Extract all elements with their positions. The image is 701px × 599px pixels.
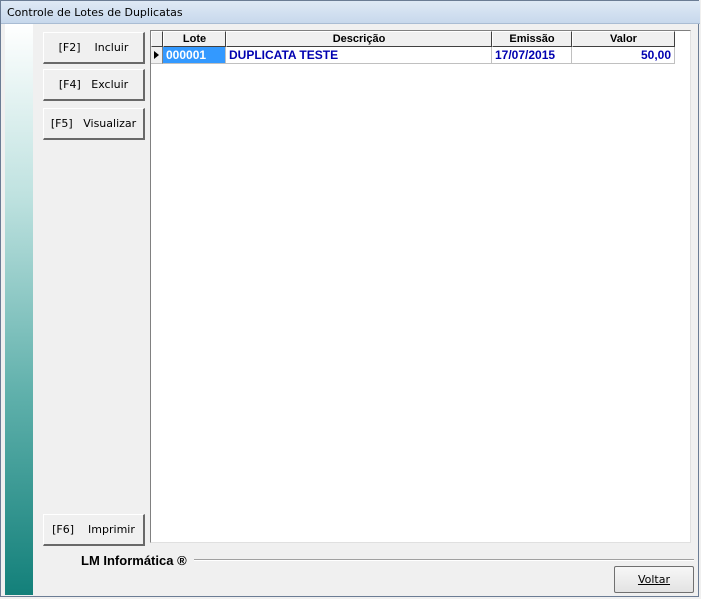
visualizar-key: [F5] [50, 117, 73, 130]
indicator-header [151, 31, 163, 47]
column-header-valor[interactable]: Valor [572, 31, 675, 47]
column-header-descricao[interactable]: Descrição [226, 31, 492, 47]
excluir-key: [F4] [58, 78, 81, 91]
incluir-button[interactable]: [F2] Incluir [43, 32, 145, 64]
table-row[interactable]: 000001 DUPLICATA TESTE 17/07/2015 50,00 [151, 47, 675, 64]
cell-valor[interactable]: 50,00 [572, 47, 675, 64]
grid-header: Lote Descrição Emissão Valor [151, 31, 675, 47]
lotes-grid[interactable]: Lote Descrição Emissão Valor 000001 DUPL… [150, 30, 691, 543]
excluir-label: Excluir [91, 78, 129, 91]
incluir-key: [F2] [58, 41, 81, 54]
incluir-label: Incluir [94, 41, 129, 54]
footer-divider [194, 559, 694, 561]
imprimir-label: Imprimir [88, 523, 135, 536]
title-bar: Controle de Lotes de Duplicatas [1, 1, 700, 24]
cell-descricao[interactable]: DUPLICATA TESTE [226, 47, 492, 64]
company-name: LM Informática ® [81, 553, 187, 568]
visualizar-label: Visualizar [83, 117, 137, 130]
side-gradient-strip [5, 24, 33, 595]
current-row-arrow-icon [154, 51, 159, 59]
voltar-label: Voltar [637, 573, 671, 586]
imprimir-key: [F6] [52, 523, 75, 536]
voltar-button[interactable]: Voltar [614, 566, 694, 593]
cell-emissao[interactable]: 17/07/2015 [492, 47, 572, 64]
row-indicator [151, 47, 163, 64]
window-title: Controle de Lotes de Duplicatas [7, 6, 183, 19]
cell-lote[interactable]: 000001 [163, 47, 226, 64]
excluir-button[interactable]: [F4] Excluir [43, 69, 145, 101]
column-header-emissao[interactable]: Emissão [492, 31, 572, 47]
imprimir-button[interactable]: [F6] Imprimir [43, 514, 145, 546]
column-header-lote[interactable]: Lote [163, 31, 226, 47]
main-window: Controle de Lotes de Duplicatas [F2] Inc… [0, 0, 700, 597]
visualizar-button[interactable]: [F5] Visualizar [43, 108, 145, 140]
